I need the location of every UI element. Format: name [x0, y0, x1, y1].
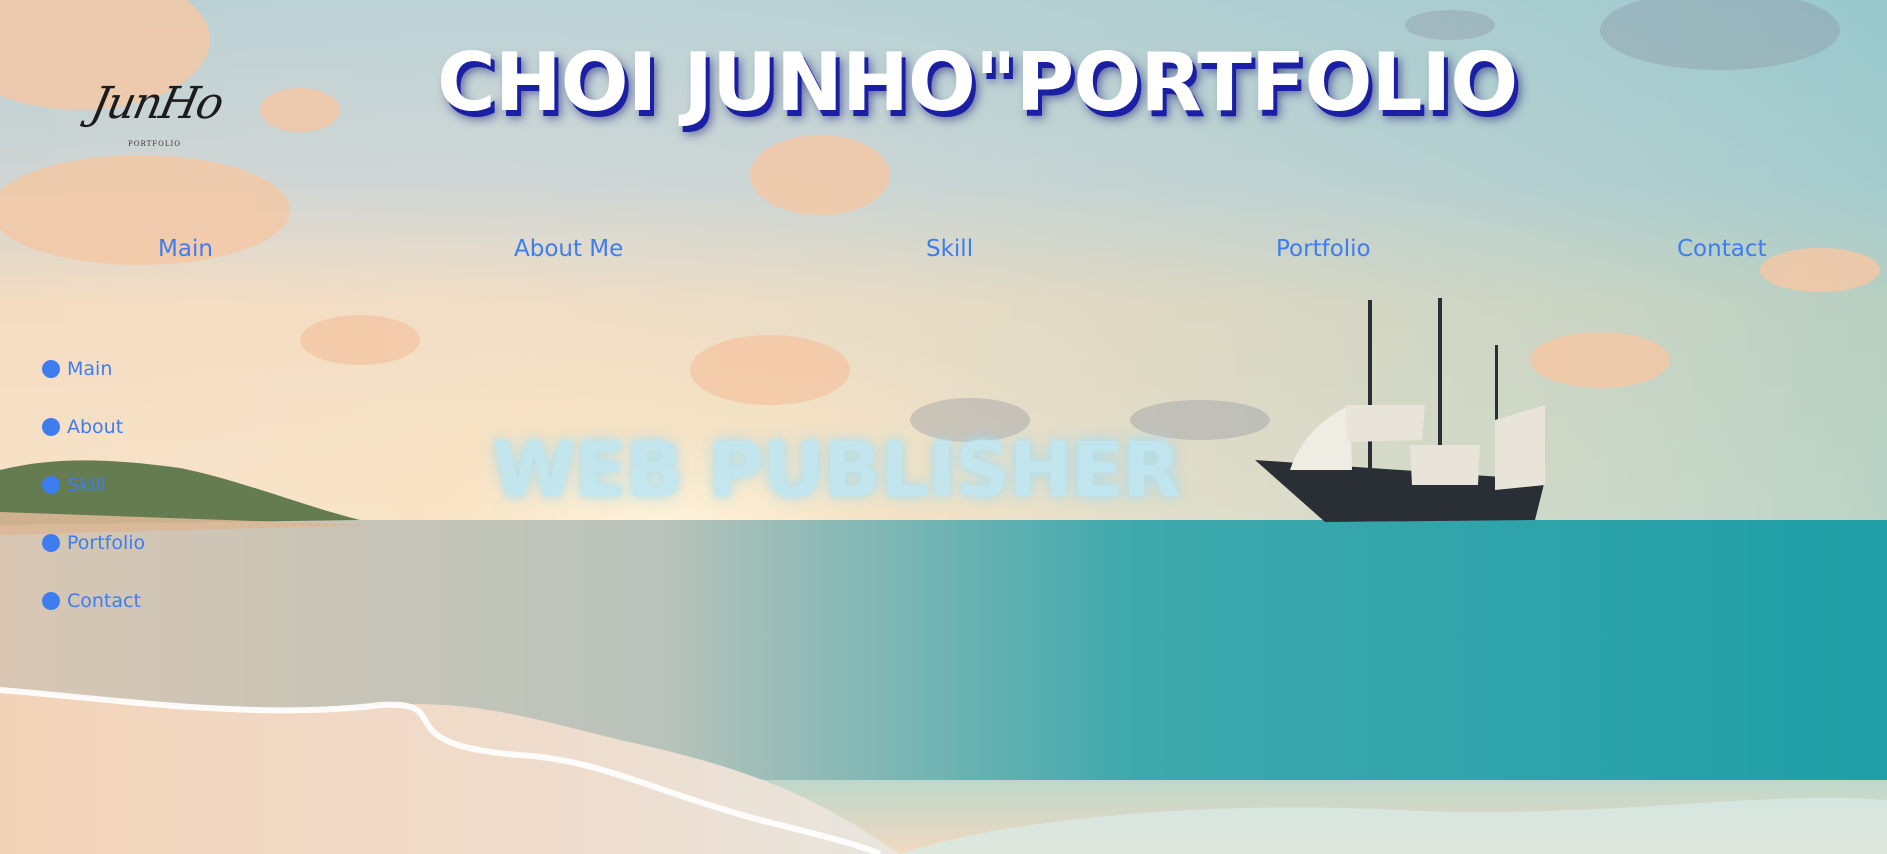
top-nav-main-link[interactable]: Main — [158, 236, 213, 262]
top-nav-contact-link[interactable]: Contact — [1677, 236, 1766, 262]
dot-icon — [42, 360, 60, 378]
side-nav-item-skill[interactable]: Skill — [42, 456, 242, 514]
top-nav-portfolio-link[interactable]: Portfolio — [1276, 236, 1371, 262]
side-nav-label: About — [67, 416, 124, 438]
side-nav-label: Main — [67, 358, 113, 380]
dot-icon — [42, 418, 60, 436]
brand-logo[interactable]: JunHo PORTFOLIO — [87, 78, 227, 158]
dot-icon — [42, 534, 60, 552]
page-root: JunHo PORTFOLIO CHOI JUNHO"PORTFOLIO Mai… — [0, 0, 1887, 854]
side-nav-label: Skill — [67, 474, 106, 496]
side-nav-item-about[interactable]: About — [42, 398, 242, 456]
page-title: CHOI JUNHO"PORTFOLIO — [437, 36, 1518, 129]
top-nav-skill-link[interactable]: Skill — [926, 236, 973, 262]
logo-script-text: JunHo — [86, 78, 227, 129]
side-nav-item-main[interactable]: Main — [42, 340, 242, 398]
side-nav-item-portfolio[interactable]: Portfolio — [42, 514, 242, 572]
logo-subtext: PORTFOLIO — [128, 140, 182, 148]
top-nav-about-link[interactable]: About Me — [514, 236, 623, 262]
side-nav-label: Portfolio — [67, 532, 146, 554]
side-nav-item-contact[interactable]: Contact — [42, 572, 242, 630]
dot-icon — [42, 592, 60, 610]
side-nav-label: Contact — [67, 590, 141, 612]
side-nav: Main About Skill Portfolio Contact — [42, 340, 242, 630]
dot-icon — [42, 476, 60, 494]
top-nav: Main About Me Skill Portfolio Contact — [0, 236, 1887, 276]
hero-subtitle: WEB PUBLISHER — [492, 425, 1181, 514]
